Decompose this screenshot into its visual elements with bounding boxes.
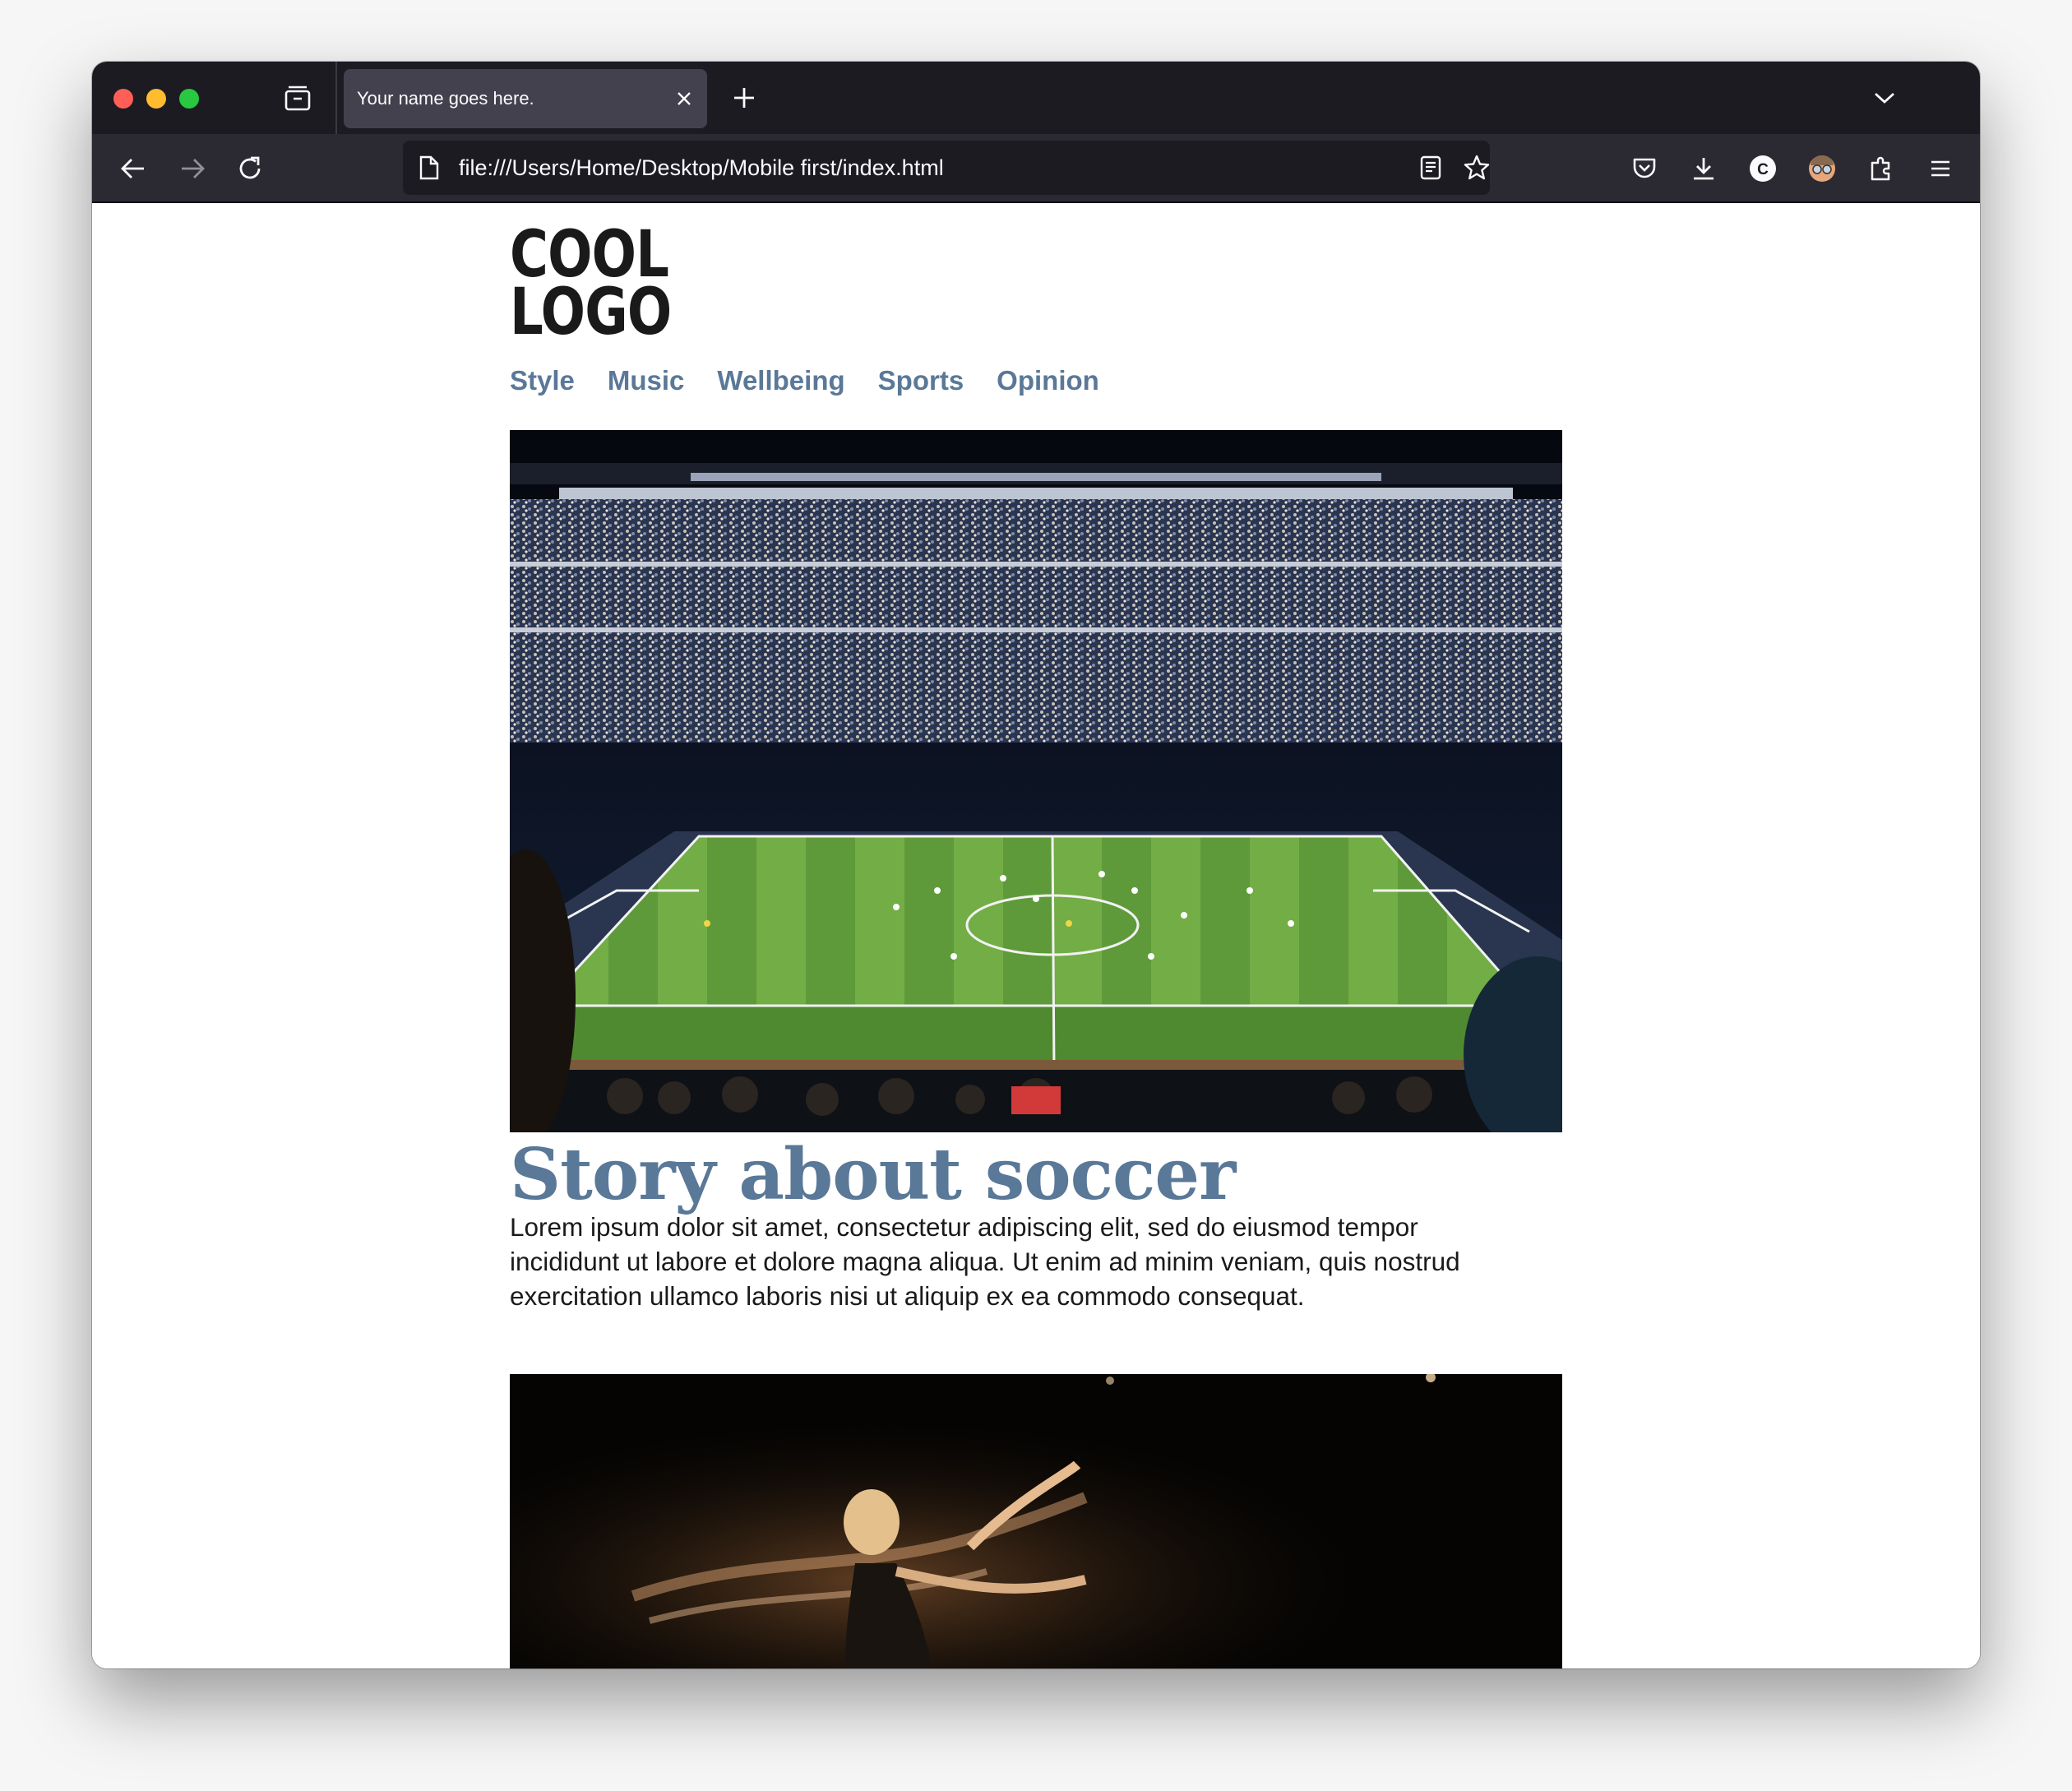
url-text[interactable]: file:///Users/Home/Desktop/Mobile first/…	[459, 141, 944, 195]
pocket-icon[interactable]	[1628, 152, 1661, 185]
account-icon-letter: C	[1757, 161, 1769, 178]
site-logo[interactable]: COOL LOGO	[510, 223, 672, 349]
account-icon[interactable]: C	[1746, 152, 1779, 185]
browser-window: Your name goes here. file:///Users/Home/…	[92, 62, 1980, 1668]
nav-link-music[interactable]: Music	[608, 364, 685, 397]
extensions-icon[interactable]	[1865, 152, 1898, 185]
nav-link-style[interactable]: Style	[510, 364, 575, 397]
close-icon[interactable]	[673, 87, 696, 110]
tab-active[interactable]: Your name goes here.	[344, 69, 707, 128]
navigation-toolbar: file:///Users/Home/Desktop/Mobile first/…	[92, 134, 1980, 203]
tab-strip: Your name goes here.	[92, 62, 1980, 134]
window-maximize-button[interactable]	[179, 89, 199, 109]
tab-strip-divider	[335, 62, 337, 134]
window-close-button[interactable]	[113, 89, 133, 109]
download-icon[interactable]	[1687, 152, 1720, 185]
logo-line-2: LOGO	[510, 275, 672, 349]
reload-icon[interactable]	[234, 152, 266, 185]
main-nav: Style Music Wellbeing Sports Opinion	[510, 364, 1132, 397]
window-minimize-button[interactable]	[146, 89, 166, 109]
menu-icon[interactable]	[1924, 152, 1957, 185]
story-title[interactable]: Story about soccer	[510, 1134, 1236, 1216]
page-icon	[416, 155, 442, 181]
reader-view-icon[interactable]	[1418, 155, 1444, 181]
story-text: Lorem ipsum dolor sit amet, consectetur …	[510, 1212, 1460, 1311]
tab-overview-icon[interactable]	[283, 83, 312, 113]
nav-link-sports[interactable]: Sports	[878, 364, 964, 397]
back-arrow-icon[interactable]	[117, 152, 150, 185]
chevron-down-icon[interactable]	[1871, 85, 1898, 111]
nav-link-wellbeing[interactable]: Wellbeing	[717, 364, 844, 397]
stadium-photo	[510, 430, 1562, 1132]
plus-icon[interactable]	[730, 84, 758, 112]
tab-title: Your name goes here.	[357, 88, 534, 109]
dancer-photo	[510, 1374, 1562, 1668]
page-viewport: COOL LOGO Style Music Wellbeing Sports O…	[92, 203, 1980, 1668]
url-bar[interactable]: file:///Users/Home/Desktop/Mobile first/…	[403, 141, 1490, 195]
forward-arrow-icon[interactable]	[176, 152, 209, 185]
nav-link-opinion[interactable]: Opinion	[997, 364, 1099, 397]
avatar-icon[interactable]	[1806, 152, 1838, 185]
star-icon[interactable]	[1462, 153, 1492, 183]
